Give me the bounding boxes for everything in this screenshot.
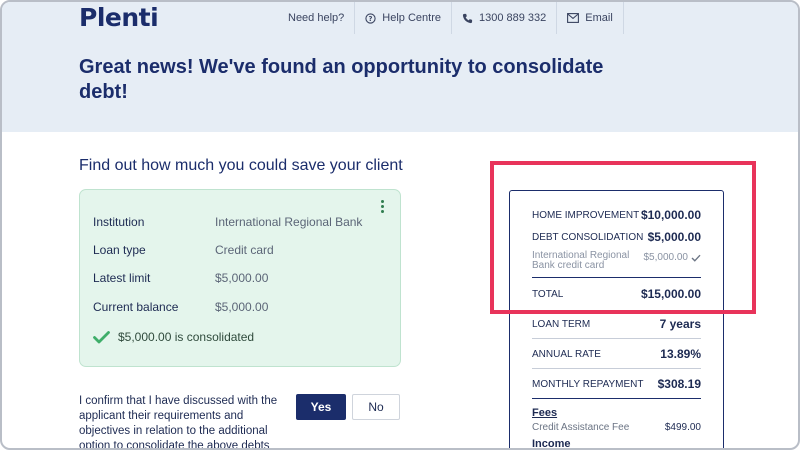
need-help-label: Need help? xyxy=(288,12,345,24)
check-icon xyxy=(93,330,110,344)
email-link[interactable]: Email xyxy=(556,2,624,34)
help-centre-link[interactable]: ? Help Centre xyxy=(354,2,451,34)
card-row-label: Institution xyxy=(93,215,145,229)
card-row-value: International Regional Bank xyxy=(215,215,363,229)
card-row-value: $5,000.00 xyxy=(215,271,269,285)
top-help-nav: Need help? ? Help Centre 1300 889 332 Em… xyxy=(276,2,624,34)
fees-heading: Fees xyxy=(532,407,558,419)
debt-details-card: Institution International Regional Bank … xyxy=(79,189,401,367)
card-row-label: Latest limit xyxy=(93,271,151,285)
card-row-label: Current balance xyxy=(93,300,179,314)
confirmation-text: I confirm that I have discussed with the… xyxy=(79,395,278,450)
hero-banner: Plenti Need help? ? Help Centre 1300 889… xyxy=(2,2,798,132)
plenti-logo[interactable]: Plenti xyxy=(79,3,159,32)
envelope-icon xyxy=(567,13,580,23)
yes-button[interactable]: Yes xyxy=(296,394,346,420)
summary-divider xyxy=(532,277,701,278)
card-row-latest-limit: Latest limit $5,000.00 xyxy=(93,271,268,285)
section-title: Find out how much you could save your cl… xyxy=(79,157,403,174)
no-button[interactable]: No xyxy=(352,394,400,420)
loan-summary-panel: HOME IMPROVEMENT $10,000.00 DEBT CONSOLI… xyxy=(509,190,724,450)
kebab-menu-icon[interactable] xyxy=(381,200,385,213)
card-row-label: Loan type xyxy=(93,243,146,257)
summary-divider xyxy=(532,398,701,399)
consolidated-status: $5,000.00 is consolidated xyxy=(93,330,254,344)
app-frame: Plenti Need help? ? Help Centre 1300 889… xyxy=(0,0,800,450)
fee-row-credit-assistance: Credit Assistance Fee $499.00 xyxy=(532,422,701,433)
income-heading: Income xyxy=(532,438,571,450)
card-row-institution: Institution International Regional Bank xyxy=(93,215,362,229)
page-title: Great news! We've found an opportunity t… xyxy=(79,56,604,103)
card-row-value: $5,000.00 xyxy=(215,300,269,314)
phone-link[interactable]: 1300 889 332 xyxy=(450,2,556,34)
question-circle-icon: ? xyxy=(365,12,376,24)
phone-icon xyxy=(462,13,473,24)
svg-text:?: ? xyxy=(369,14,373,22)
summary-divider xyxy=(532,368,701,369)
summary-divider xyxy=(532,338,701,339)
card-row-value: Credit card xyxy=(215,243,274,257)
card-row-current-balance: Current balance $5,000.00 xyxy=(93,300,268,314)
small-check-icon xyxy=(691,254,701,262)
card-row-loan-type: Loan type Credit card xyxy=(93,243,274,257)
